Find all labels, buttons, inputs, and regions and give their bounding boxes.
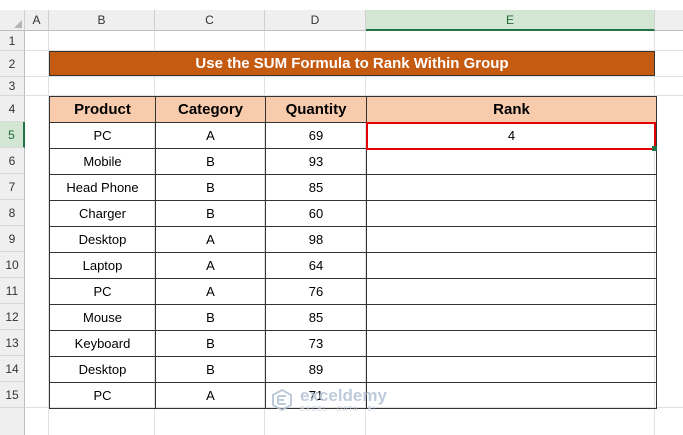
cell-quantity[interactable]: 93: [265, 148, 367, 175]
cell-category[interactable]: B: [155, 148, 266, 175]
cell-category[interactable]: A: [155, 122, 266, 149]
fill-handle[interactable]: [652, 146, 657, 151]
row-header-8[interactable]: 8: [0, 200, 25, 226]
row-header-1[interactable]: 1: [0, 31, 25, 51]
cell-rank[interactable]: [366, 226, 657, 253]
header-quantity[interactable]: Quantity: [265, 96, 367, 123]
table-row: Head Phone B 85: [49, 174, 657, 201]
cell-product[interactable]: Keyboard: [49, 330, 156, 357]
row-header-15[interactable]: 15: [0, 382, 25, 408]
row-header-9[interactable]: 9: [0, 226, 25, 252]
select-all-corner[interactable]: [0, 10, 25, 31]
header-product[interactable]: Product: [49, 96, 156, 123]
column-header-e[interactable]: E: [366, 10, 655, 31]
cell-category[interactable]: B: [155, 304, 266, 331]
cell-quantity[interactable]: 89: [265, 356, 367, 383]
table-header-row: Product Category Quantity Rank: [49, 96, 657, 123]
cell-category[interactable]: B: [155, 330, 266, 357]
row-header-13[interactable]: 13: [0, 330, 25, 356]
row-header-3[interactable]: 3: [0, 77, 25, 96]
watermark-name: exceldemy: [300, 386, 387, 405]
cell-rank[interactable]: [366, 200, 657, 227]
cell-quantity[interactable]: 85: [265, 304, 367, 331]
gridline: [25, 76, 683, 77]
cell-product[interactable]: Mobile: [49, 148, 156, 175]
cell-rank[interactable]: [366, 304, 657, 331]
cell-quantity[interactable]: 73: [265, 330, 367, 357]
cell-category[interactable]: B: [155, 174, 266, 201]
cell-product[interactable]: Desktop: [49, 356, 156, 383]
cell-product[interactable]: Desktop: [49, 226, 156, 253]
cell-rank[interactable]: [366, 356, 657, 383]
row-header-12[interactable]: 12: [0, 304, 25, 330]
table-row: Mobile B 93: [49, 148, 657, 175]
cell-quantity[interactable]: 98: [265, 226, 367, 253]
table-row: Desktop A 98: [49, 226, 657, 253]
cell-product[interactable]: Head Phone: [49, 174, 156, 201]
table-row: PC A 76: [49, 278, 657, 305]
row-header-7[interactable]: 7: [0, 174, 25, 200]
cell-rank[interactable]: [366, 174, 657, 201]
table-row: Charger B 60: [49, 200, 657, 227]
header-rank[interactable]: Rank: [366, 96, 657, 123]
cell-category[interactable]: B: [155, 356, 266, 383]
column-header-f[interactable]: [655, 10, 683, 31]
row-header-5[interactable]: 5: [0, 122, 25, 148]
row-header-6[interactable]: 6: [0, 148, 25, 174]
cell-product[interactable]: PC: [49, 382, 156, 409]
cell-category[interactable]: A: [155, 382, 266, 409]
cell-rank[interactable]: [366, 382, 657, 409]
cell-product[interactable]: PC: [49, 122, 156, 149]
watermark-tagline: EXCEL · DATA · BI: [300, 406, 376, 413]
active-cell-selection[interactable]: [366, 122, 657, 151]
table-row: Laptop A 64: [49, 252, 657, 279]
exceldemy-logo-icon: [272, 388, 292, 412]
cell-category[interactable]: A: [155, 226, 266, 253]
cell-rank[interactable]: [366, 278, 657, 305]
cell-rank[interactable]: [366, 252, 657, 279]
cell-quantity[interactable]: 69: [265, 122, 367, 149]
row-header-11[interactable]: 11: [0, 278, 25, 304]
cell-rank[interactable]: [366, 330, 657, 357]
cell-product[interactable]: Mouse: [49, 304, 156, 331]
cell-quantity[interactable]: 76: [265, 278, 367, 305]
cell-quantity[interactable]: 60: [265, 200, 367, 227]
row-header-16[interactable]: [0, 408, 25, 435]
row-header-14[interactable]: 14: [0, 356, 25, 382]
exceldemy-watermark: exceldemy EXCEL · DATA · BI: [270, 387, 387, 413]
header-category[interactable]: Category: [155, 96, 266, 123]
cell-rank[interactable]: [366, 148, 657, 175]
cell-quantity[interactable]: 85: [265, 174, 367, 201]
cell-product[interactable]: PC: [49, 278, 156, 305]
select-all-triangle-icon: [14, 20, 22, 28]
cell-category[interactable]: A: [155, 252, 266, 279]
cell-product[interactable]: Laptop: [49, 252, 156, 279]
table-row: Keyboard B 73: [49, 330, 657, 357]
column-header-d[interactable]: D: [265, 10, 366, 31]
row-header-2[interactable]: 2: [0, 51, 25, 77]
column-header-a[interactable]: A: [25, 10, 49, 31]
row-header-10[interactable]: 10: [0, 252, 25, 278]
column-header-b[interactable]: B: [49, 10, 155, 31]
cell-category[interactable]: B: [155, 200, 266, 227]
column-header-c[interactable]: C: [155, 10, 265, 31]
sheet-title-banner[interactable]: Use the SUM Formula to Rank Within Group: [49, 51, 655, 76]
cell-quantity[interactable]: 64: [265, 252, 367, 279]
spreadsheet: A B C D E 1 2 3 4 5 6 7 8 9 10 11 12 13 …: [0, 0, 683, 435]
table-row: Mouse B 85: [49, 304, 657, 331]
cell-product[interactable]: Charger: [49, 200, 156, 227]
table-row: Desktop B 89: [49, 356, 657, 383]
row-header-4[interactable]: 4: [0, 96, 25, 122]
cell-category[interactable]: A: [155, 278, 266, 305]
